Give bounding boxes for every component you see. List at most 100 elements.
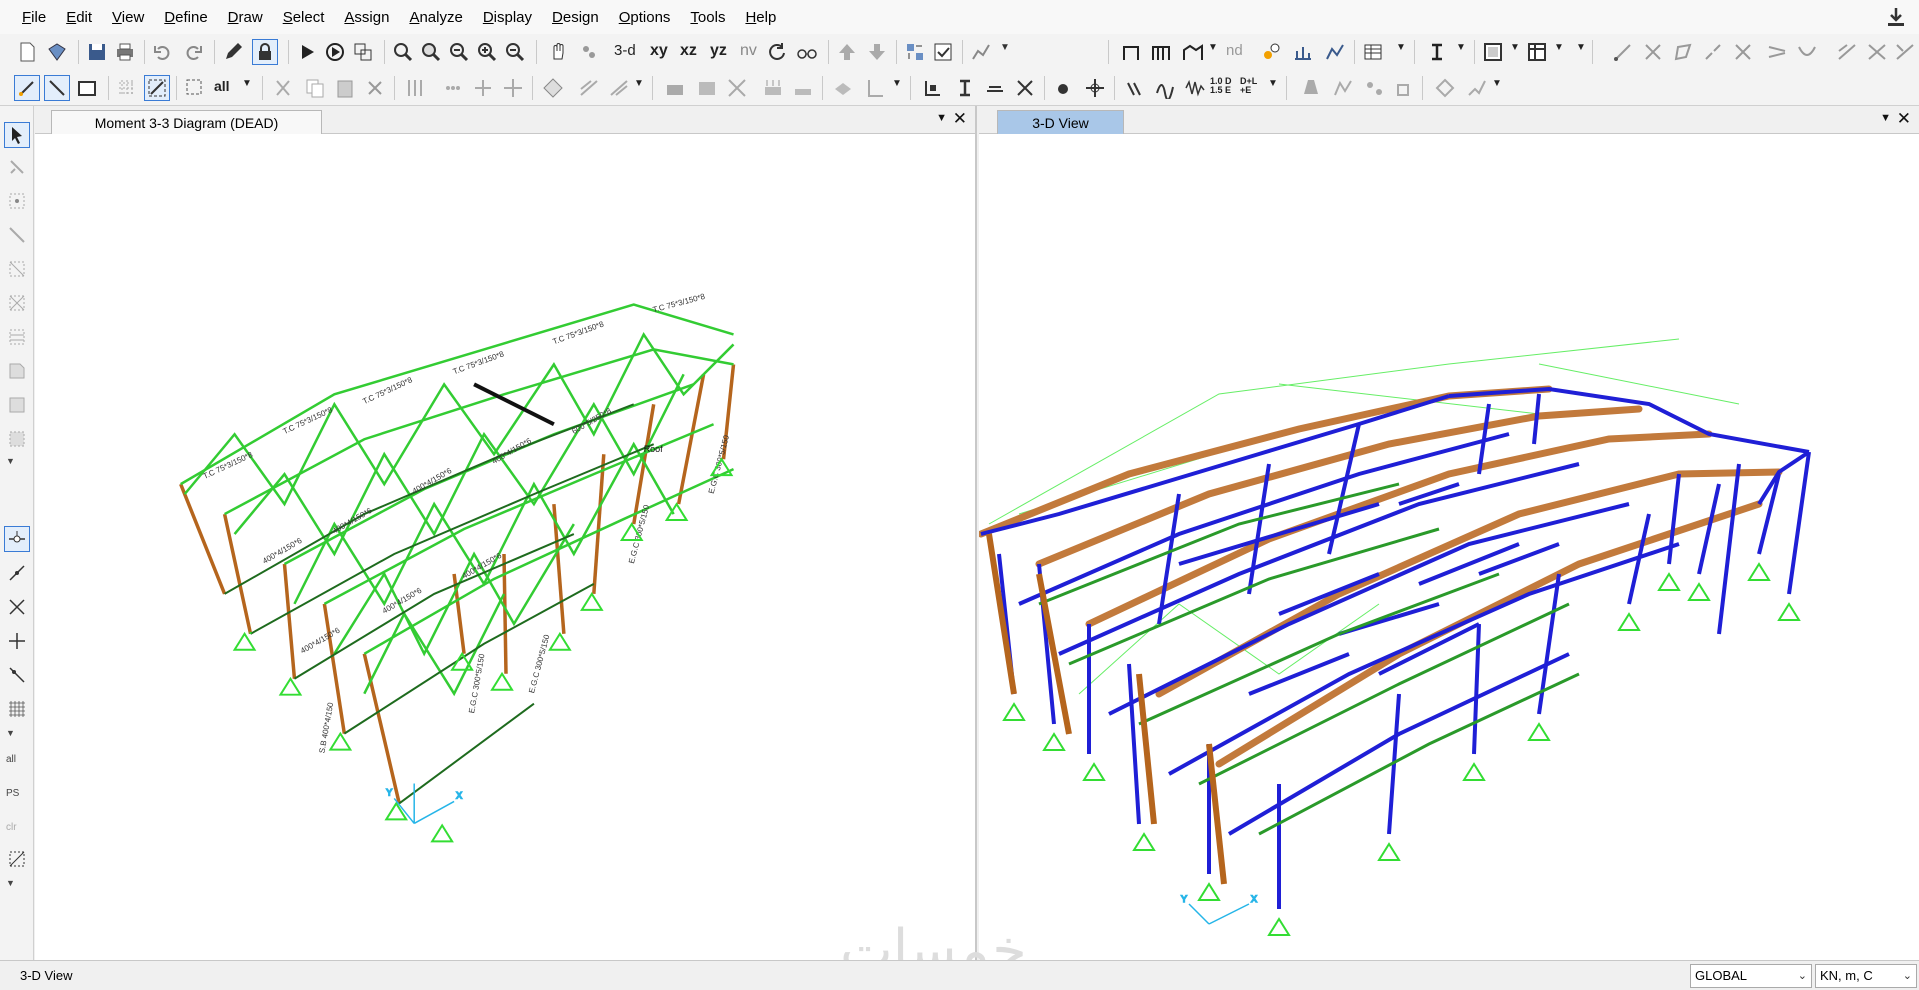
dropdown-arrow-icon[interactable]: ▼: [1456, 42, 1466, 53]
panel-menu-icon[interactable]: ▼: [936, 112, 947, 124]
zoom-restore-icon[interactable]: [418, 39, 444, 65]
menu-view[interactable]: View: [102, 9, 154, 26]
tab-moment-diagram[interactable]: Moment 3-3 Diagram (DEAD): [51, 110, 322, 134]
frame-truss-icon[interactable]: [1148, 39, 1174, 65]
menu-draw[interactable]: Draw: [218, 9, 273, 26]
panel-menu-icon[interactable]: ▼: [1880, 112, 1891, 124]
assign-frame-loads-icon[interactable]: [760, 75, 786, 101]
view-yz-button[interactable]: yz: [710, 42, 727, 60]
dropdown-arrow-icon[interactable]: ▼: [892, 78, 902, 89]
quick-draw-braces-icon[interactable]: [4, 290, 30, 316]
dropdown-arrow-icon[interactable]: ▼: [634, 78, 644, 89]
close-icon[interactable]: ✕: [953, 109, 967, 129]
mesh-area-icon[interactable]: [540, 75, 566, 101]
edit-pencil-icon[interactable]: [220, 39, 246, 65]
move-down-icon[interactable]: [864, 39, 890, 65]
design-check-icon[interactable]: [1464, 75, 1490, 101]
dropdown-arrow-icon[interactable]: ▼: [1492, 78, 1502, 89]
area-section-icon[interactable]: [1480, 39, 1506, 65]
dropdown-arrow-icon[interactable]: ▼: [1000, 42, 1010, 53]
divide-frames-icon[interactable]: [440, 75, 466, 101]
draw-joint-icon[interactable]: [4, 188, 30, 214]
move-up-icon[interactable]: [834, 39, 860, 65]
menu-file[interactable]: File: [12, 9, 56, 26]
3d-view-canvas[interactable]: XY: [979, 134, 1919, 960]
quick-draw-frame-icon[interactable]: [4, 256, 30, 282]
replicate-icon[interactable]: [402, 75, 428, 101]
assign-link-icon[interactable]: [830, 75, 856, 101]
rotate-view-icon[interactable]: [764, 39, 790, 65]
join-frames-icon[interactable]: [470, 75, 496, 101]
moment-diagram-canvas[interactable]: T.C 75*3/150*8 T.C 75*3/150*8 T.C 75*3/1…: [35, 134, 975, 960]
pan-hand-icon[interactable]: [546, 39, 572, 65]
select-all-button[interactable]: all: [214, 78, 230, 94]
cut-icon[interactable]: [270, 75, 296, 101]
dropdown-arrow-icon[interactable]: ▼: [1510, 42, 1520, 53]
pointer-icon[interactable]: [4, 122, 30, 148]
zoom-window-icon[interactable]: [390, 39, 416, 65]
draw-tendon-icon[interactable]: [1764, 39, 1790, 65]
menu-edit[interactable]: Edit: [56, 9, 102, 26]
draw-cable-icon[interactable]: [1794, 39, 1820, 65]
snap-perpendicular-icon[interactable]: [4, 628, 30, 654]
snap-midpoints-icon[interactable]: [4, 560, 30, 586]
snap-lines-icon[interactable]: [4, 662, 30, 688]
draw-link-icon[interactable]: [1700, 39, 1726, 65]
draw-area-icon[interactable]: [1670, 39, 1696, 65]
frame-arch-icon[interactable]: [1180, 39, 1206, 65]
display-forces-icon[interactable]: [952, 75, 978, 101]
show-deformed-icon[interactable]: [968, 39, 994, 65]
assign-area-loads-icon[interactable]: [790, 75, 816, 101]
view-3d-button[interactable]: 3-d: [614, 42, 636, 59]
undo-icon[interactable]: [150, 39, 176, 65]
dropdown-arrow-icon[interactable]: ▼: [1396, 42, 1406, 53]
save-icon[interactable]: [84, 39, 110, 65]
nd-button[interactable]: nd: [1226, 42, 1243, 59]
design-concrete-icon[interactable]: [1330, 75, 1356, 101]
draw-solid-icon[interactable]: [1834, 39, 1860, 65]
model-explorer-icon[interactable]: [350, 39, 376, 65]
copy-icon[interactable]: [302, 75, 328, 101]
run-analysis-icon[interactable]: [294, 39, 320, 65]
menu-display[interactable]: Display: [473, 9, 542, 26]
menu-select[interactable]: Select: [273, 9, 335, 26]
menu-define[interactable]: Define: [154, 9, 217, 26]
paste-icon[interactable]: [332, 75, 358, 101]
design-aluminum-icon[interactable]: [1362, 75, 1388, 101]
display-undeformed-icon[interactable]: [920, 75, 946, 101]
zoom-out-icon[interactable]: [502, 39, 528, 65]
view-xy-button[interactable]: xy: [650, 42, 668, 60]
snap-joints-icon[interactable]: [4, 526, 30, 552]
zoom-in-icon[interactable]: [474, 39, 500, 65]
display-virtual-work-icon[interactable]: [1082, 75, 1108, 101]
select-intersect-icon[interactable]: [144, 75, 170, 101]
snap-fine-grid-icon[interactable]: [4, 696, 30, 722]
display-design-icon[interactable]: [1052, 75, 1078, 101]
dropdown-arrow-icon[interactable]: ▼: [1208, 42, 1218, 53]
draw-section-cut-icon[interactable]: [1730, 39, 1756, 65]
section-designer-icon[interactable]: [1424, 39, 1450, 65]
display-curve-icon[interactable]: [1152, 75, 1178, 101]
run-stages-icon[interactable]: [322, 39, 348, 65]
draw-special-icon[interactable]: [1892, 39, 1918, 65]
quick-draw-secondary-icon[interactable]: [4, 324, 30, 350]
menu-design[interactable]: Design: [542, 9, 609, 26]
assign-joint-loads-icon[interactable]: [862, 75, 888, 101]
design-coldformed-icon[interactable]: [1392, 75, 1418, 101]
draw-frame-icon[interactable]: [1610, 39, 1636, 65]
menu-tools[interactable]: Tools: [680, 9, 735, 26]
display-function-icon[interactable]: [1122, 75, 1148, 101]
clear-selection-button[interactable]: clr: [6, 822, 17, 833]
units-select[interactable]: KN, m, C ⌄: [1815, 964, 1917, 988]
intersecting-line-select-icon[interactable]: [4, 846, 30, 872]
result-display-icon[interactable]: [1322, 39, 1348, 65]
dropdown-arrow-icon[interactable]: ▼: [6, 456, 15, 466]
dropdown-arrow-icon[interactable]: ▼: [1268, 78, 1278, 89]
dropdown-arrow-icon[interactable]: ▼: [1576, 42, 1586, 53]
perspective-glasses-icon[interactable]: [794, 39, 820, 65]
redo-icon[interactable]: [180, 39, 206, 65]
snap-intersections-icon[interactable]: [4, 594, 30, 620]
design-steel-icon[interactable]: [1298, 75, 1324, 101]
display-frames-icon[interactable]: [1524, 39, 1550, 65]
dropdown-arrow-icon[interactable]: ▼: [1554, 42, 1564, 53]
